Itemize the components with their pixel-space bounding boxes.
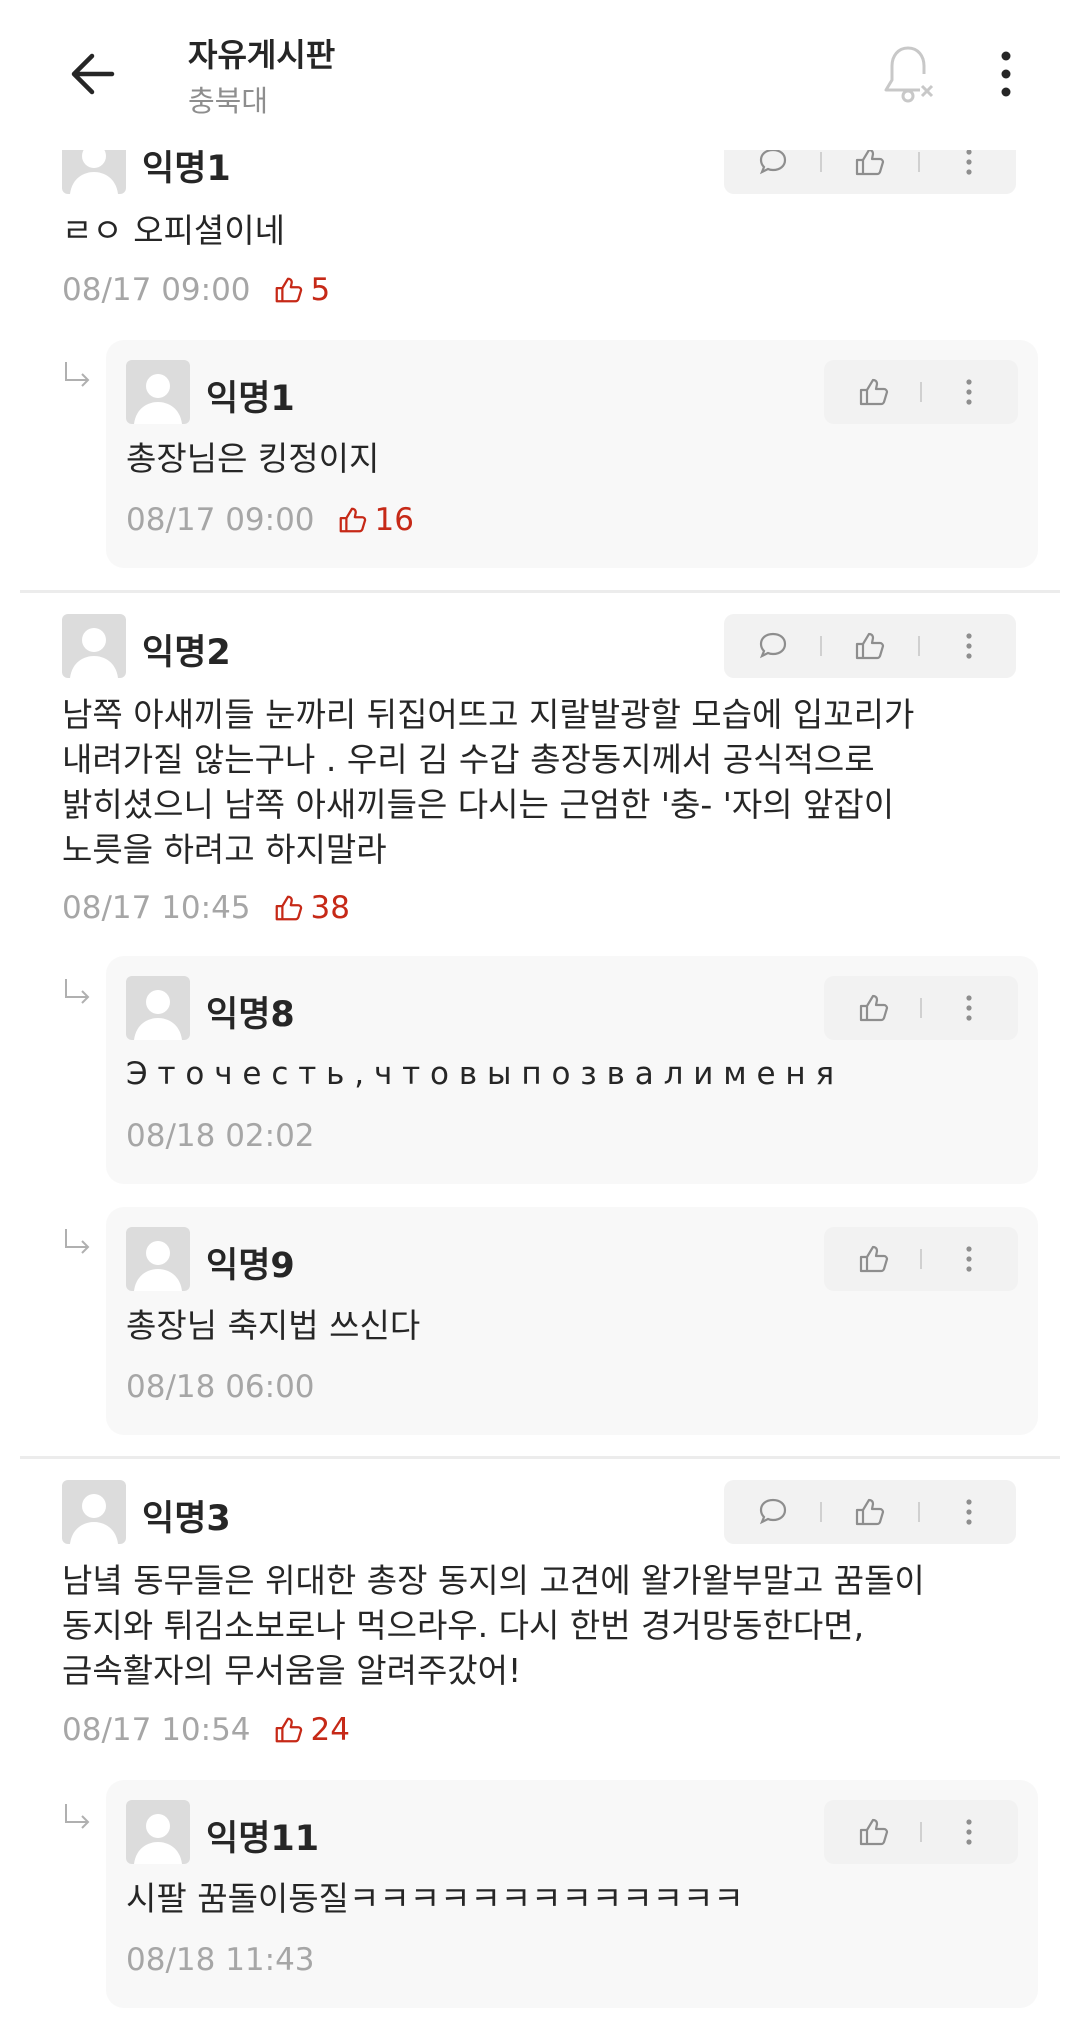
like-icon bbox=[275, 895, 302, 921]
reply-meta: 08/18 06:00 bbox=[126, 1369, 315, 1405]
more-options-icon[interactable] bbox=[986, 44, 1026, 104]
more-options-icon[interactable] bbox=[936, 1227, 1002, 1291]
like-count: 16 bbox=[337, 502, 414, 538]
reply-date: 08/17 09:00 bbox=[126, 502, 315, 538]
back-arrow-icon[interactable] bbox=[62, 42, 126, 106]
board-title: 자유게시판 bbox=[188, 36, 336, 74]
reply-arrow-icon bbox=[60, 1225, 96, 1261]
reply-author: 익명9 bbox=[206, 1246, 295, 1286]
avatar bbox=[126, 1227, 190, 1291]
reply-arrow-icon bbox=[60, 358, 96, 394]
comment-text-line: 밝히셨으니 남쪽 아새끼들은 다시는 근엄한 '충- '자의 앞잡이 bbox=[62, 785, 895, 824]
divider bbox=[20, 590, 1060, 593]
reply-box: 익명1 총장님은 킹정이지 08/17 09:00 16 bbox=[106, 340, 1038, 568]
reply-box: 익명9 총장님 축지법 쓰신다 08/18 06:00 bbox=[106, 1207, 1038, 1435]
like-button[interactable] bbox=[840, 1227, 906, 1291]
comment-date: 08/17 10:45 bbox=[62, 890, 251, 926]
comment-meta: 08/17 10:45 38 bbox=[62, 890, 350, 926]
like-icon bbox=[275, 277, 302, 303]
like-button[interactable] bbox=[836, 1480, 902, 1544]
comment-text-line: 동지와 튀김소보로나 먹으라우. 다시 한번 경거망동한다면, bbox=[62, 1606, 865, 1645]
reply-meta: 08/18 02:02 bbox=[126, 1118, 315, 1154]
avatar bbox=[62, 614, 126, 678]
reply-actions bbox=[824, 976, 1018, 1040]
comment-text-line: 노릇을 하려고 하지말라 bbox=[62, 830, 387, 869]
reply-date: 08/18 11:43 bbox=[126, 1942, 315, 1978]
reply-box: 익명8 Э т о ч е с т ь , ч т о в ы п о з в … bbox=[106, 956, 1038, 1184]
reply-author: 익명11 bbox=[206, 1819, 320, 1859]
reply-text: 총장님은 킹정이지 bbox=[126, 439, 380, 478]
reply-text: Э т о ч е с т ь , ч т о в ы п о з в а л … bbox=[126, 1056, 835, 1092]
more-options-icon[interactable] bbox=[936, 1480, 1002, 1544]
reply-date: 08/18 06:00 bbox=[126, 1369, 315, 1405]
comment-text: ㄹㅇ 오피셜이네 bbox=[62, 211, 286, 250]
comment-actions bbox=[724, 614, 1016, 678]
reply-actions bbox=[824, 1800, 1018, 1864]
reply-date: 08/18 02:02 bbox=[126, 1118, 315, 1154]
reply-actions bbox=[824, 360, 1018, 424]
app-header: 자유게시판 충북대 bbox=[0, 0, 1080, 150]
avatar bbox=[126, 1800, 190, 1864]
reply-actions bbox=[824, 1227, 1018, 1291]
divider bbox=[20, 1456, 1060, 1459]
more-options-icon[interactable] bbox=[936, 614, 1002, 678]
avatar bbox=[62, 1480, 126, 1544]
reply-text: 시팔 꿈돌이동질ㅋㅋㅋㅋㅋㅋㅋㅋㅋㅋㅋㅋㅋ bbox=[126, 1879, 744, 1918]
reply-meta: 08/18 11:43 bbox=[126, 1942, 315, 1978]
comment-date: 08/17 09:00 bbox=[62, 272, 251, 308]
more-options-icon[interactable] bbox=[936, 360, 1002, 424]
comment-text-line: 남쪽 아새끼들 눈까리 뒤집어뜨고 지랄발광할 모습에 입꼬리가 bbox=[62, 695, 915, 734]
comment-date: 08/17 10:54 bbox=[62, 1712, 251, 1748]
more-options-icon[interactable] bbox=[936, 1800, 1002, 1864]
comment-text-line: 금속활자의 무서움을 알려주갔어! bbox=[62, 1651, 522, 1690]
like-button[interactable] bbox=[840, 360, 906, 424]
like-count: 38 bbox=[273, 890, 350, 926]
like-count: 24 bbox=[273, 1712, 350, 1748]
comment-meta: 08/17 09:00 5 bbox=[62, 272, 330, 308]
notification-off-bell-icon[interactable] bbox=[876, 40, 940, 110]
reply-icon[interactable] bbox=[740, 1480, 806, 1544]
reply-arrow-icon bbox=[60, 975, 96, 1011]
avatar bbox=[126, 360, 190, 424]
comment-author: 익명2 bbox=[142, 633, 231, 673]
reply-author: 익명1 bbox=[206, 379, 295, 419]
comment-meta: 08/17 10:54 24 bbox=[62, 1712, 350, 1748]
comment-text-line: 내려가질 않는구나 . 우리 김 수갑 총장동지께서 공식적으로 bbox=[62, 740, 875, 779]
reply-icon[interactable] bbox=[740, 614, 806, 678]
reply-arrow-icon bbox=[60, 1800, 96, 1836]
more-options-icon[interactable] bbox=[936, 976, 1002, 1040]
reply-author: 익명8 bbox=[206, 995, 295, 1035]
avatar bbox=[126, 976, 190, 1040]
board-subtitle: 충북대 bbox=[188, 84, 269, 118]
comment-text-line: 남녘 동무들은 위대한 총장 동지의 고견에 왈가왈부말고 꿈돌이 bbox=[62, 1561, 925, 1600]
reply-text: 총장님 축지법 쓰신다 bbox=[126, 1306, 421, 1345]
comment-actions bbox=[724, 1480, 1016, 1544]
like-button[interactable] bbox=[840, 976, 906, 1040]
reply-meta: 08/17 09:00 16 bbox=[126, 502, 414, 538]
reply-box: 익명11 시팔 꿈돌이동질ㅋㅋㅋㅋㅋㅋㅋㅋㅋㅋㅋㅋㅋ 08/18 11:43 bbox=[106, 1780, 1038, 2008]
like-count: 5 bbox=[273, 272, 330, 308]
like-button[interactable] bbox=[840, 1800, 906, 1864]
comment-author: 익명3 bbox=[142, 1499, 231, 1539]
like-icon bbox=[339, 507, 366, 533]
like-icon bbox=[275, 1717, 302, 1743]
like-button[interactable] bbox=[836, 614, 902, 678]
